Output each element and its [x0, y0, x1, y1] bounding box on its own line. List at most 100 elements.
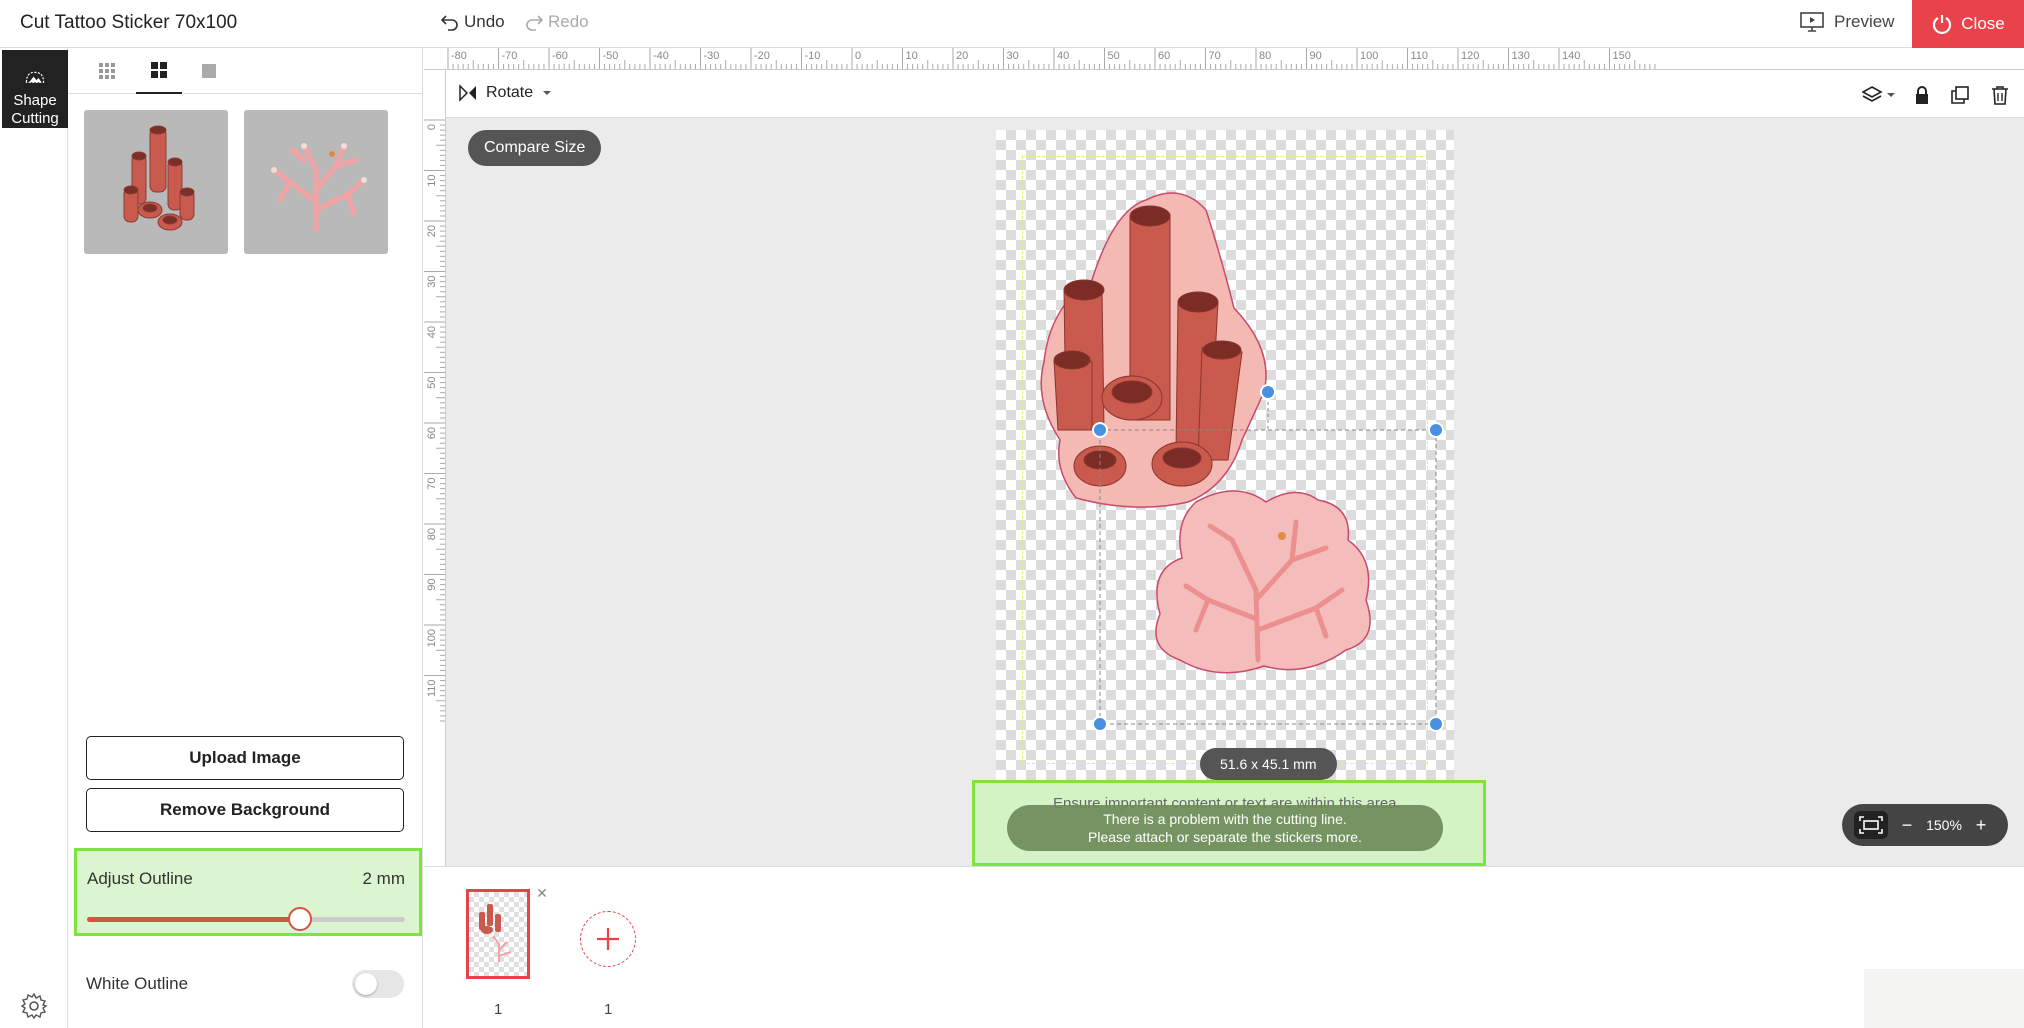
- view-tabs: [68, 48, 423, 94]
- ruler-label: 100: [1360, 50, 1378, 62]
- tab-grid-small[interactable]: [84, 48, 130, 94]
- close-label: Close: [1961, 14, 2005, 33]
- add-page-button[interactable]: [580, 911, 636, 967]
- ruler-label: 20: [956, 50, 968, 62]
- white-outline-toggle[interactable]: [352, 970, 404, 998]
- layers-button[interactable]: [1860, 84, 1900, 106]
- corner-widget: [1864, 969, 2024, 1028]
- sticker-artboard[interactable]: [996, 130, 1454, 790]
- toggle-knob: [355, 973, 377, 995]
- ruler-label: 10: [426, 175, 438, 187]
- redo-button[interactable]: Redo: [524, 12, 589, 32]
- ruler-label: 50: [1108, 50, 1120, 62]
- thumbnail-red-coral[interactable]: [84, 110, 228, 254]
- delete-button[interactable]: [1988, 84, 2012, 106]
- undo-icon: [440, 15, 458, 31]
- ruler-top: -80 -70 -60 -50 -40 -30 -20 -10 0 10 20 30 40 50 60 70 8…: [424, 48, 2024, 70]
- gear-icon[interactable]: [20, 992, 48, 1020]
- resize-handle-bottom-left[interactable]: [1092, 716, 1108, 732]
- ruler-label: -20: [754, 50, 770, 62]
- size-indicator: 51.6 x 45.1 mm: [1200, 748, 1337, 780]
- remove-background-button[interactable]: Remove Background: [86, 788, 404, 832]
- red-coral-image: [123, 125, 195, 231]
- resize-handle-top-right[interactable]: [1428, 422, 1444, 438]
- zoom-out-button[interactable]: −: [1894, 815, 1920, 836]
- image-panel-content: Upload Image Remove Background Adjust Ou…: [68, 48, 423, 1028]
- ruler-label: 90: [426, 579, 438, 591]
- trash-icon: [1992, 86, 2008, 105]
- preview-label: Preview: [1834, 12, 1895, 31]
- duplicate-button[interactable]: [1948, 84, 1972, 106]
- tab-single-view[interactable]: [186, 48, 232, 94]
- page-count: 1: [604, 1001, 613, 1018]
- outline-slider-thumb[interactable]: [288, 907, 313, 931]
- single-view-icon: [202, 64, 216, 78]
- ruler-label: 110: [426, 680, 438, 698]
- warning-line-2: Please attach or separate the stickers m…: [1088, 829, 1362, 845]
- rotate-handle[interactable]: [1260, 384, 1276, 400]
- page-thumbnail[interactable]: [466, 889, 530, 979]
- page-strip: ✕ 1 1: [424, 866, 2024, 1028]
- cutting-warning-toast: There is a problem with the cutting line…: [1007, 805, 1443, 851]
- ruler-label: 90: [1310, 50, 1322, 62]
- page-preview: [479, 904, 512, 962]
- outline-slider-fill: [87, 917, 301, 922]
- ruler-label: 0: [426, 124, 438, 130]
- lock-button[interactable]: [1910, 84, 1934, 106]
- adjust-outline-section: Adjust Outline 2 mm: [74, 848, 422, 936]
- zoom-level: 150%: [1926, 817, 1962, 833]
- ruler-label: 80: [426, 528, 438, 540]
- thumbnail-pink-coral[interactable]: [244, 110, 388, 254]
- ruler-label: 10: [906, 50, 918, 62]
- fit-screen-button[interactable]: [1854, 811, 1888, 839]
- redo-label: Redo: [548, 12, 589, 31]
- page-delete-icon[interactable]: ✕: [534, 885, 550, 901]
- ruler-label: 120: [1461, 50, 1479, 62]
- rail-tool-label: Shape Cutting: [11, 92, 59, 127]
- ruler-label: -10: [805, 50, 821, 62]
- ruler-label: -30: [704, 50, 720, 62]
- redo-icon: [526, 15, 544, 31]
- monitor-icon: [1800, 12, 1824, 32]
- rotate-button[interactable]: Rotate: [458, 84, 553, 102]
- ruler-label: 100: [426, 629, 438, 647]
- layers-icon: [1862, 86, 1895, 102]
- compare-size-button[interactable]: Compare Size: [468, 130, 602, 166]
- sticker-artwork: [1040, 192, 1444, 732]
- duplicate-icon: [1951, 86, 1969, 104]
- resize-handle-bottom-right[interactable]: [1428, 716, 1444, 732]
- ruler-label: -50: [603, 50, 619, 62]
- ruler-left: 0 10 20 30 40 50 60 70 80 90 100 110: [424, 70, 446, 866]
- canvas-workspace[interactable]: Compare Size 51.6 x 45.1 mm Ensure impor…: [446, 118, 2024, 866]
- ruler-label: 130: [1512, 50, 1530, 62]
- warning-line-1: There is a problem with the cutting line…: [1103, 811, 1347, 827]
- undo-button[interactable]: Undo: [440, 12, 505, 32]
- top-bar: Cut Tattoo Sticker 70x100 Undo Redo Prev…: [0, 0, 2024, 48]
- ruler-label: -80: [451, 50, 467, 62]
- white-outline-label: White Outline: [86, 974, 189, 993]
- ruler-label: 110: [1411, 50, 1429, 62]
- close-button[interactable]: Close: [1912, 0, 2024, 48]
- resize-handle-top-left[interactable]: [1092, 422, 1108, 438]
- ruler-label: 20: [426, 225, 438, 237]
- ruler-label: 40: [426, 326, 438, 338]
- outline-slider[interactable]: [87, 907, 405, 931]
- upload-image-button[interactable]: Upload Image: [86, 736, 404, 780]
- ruler-label: 60: [1158, 50, 1170, 62]
- shape-cutting-icon: [25, 71, 45, 83]
- ruler-label: 30: [426, 276, 438, 288]
- preview-button[interactable]: Preview: [1800, 12, 1894, 32]
- pink-coral-sticker[interactable]: [1155, 490, 1371, 674]
- plus-icon: [597, 928, 619, 950]
- cutting-warning-area: Ensure important content or text are wit…: [972, 780, 1486, 866]
- shape-cutting-tool[interactable]: Shape Cutting: [2, 50, 68, 128]
- zoom-in-button[interactable]: +: [1968, 815, 1994, 836]
- ruler-label: 30: [1007, 50, 1019, 62]
- ruler-label: -40: [653, 50, 669, 62]
- red-coral-sticker[interactable]: [1040, 192, 1267, 508]
- grid-large-icon: [151, 62, 167, 78]
- fit-screen-icon: [1859, 816, 1883, 834]
- ruler-label: 140: [1562, 50, 1580, 62]
- adjust-outline-label: Adjust Outline: [87, 869, 193, 888]
- tab-grid-large[interactable]: [136, 48, 182, 94]
